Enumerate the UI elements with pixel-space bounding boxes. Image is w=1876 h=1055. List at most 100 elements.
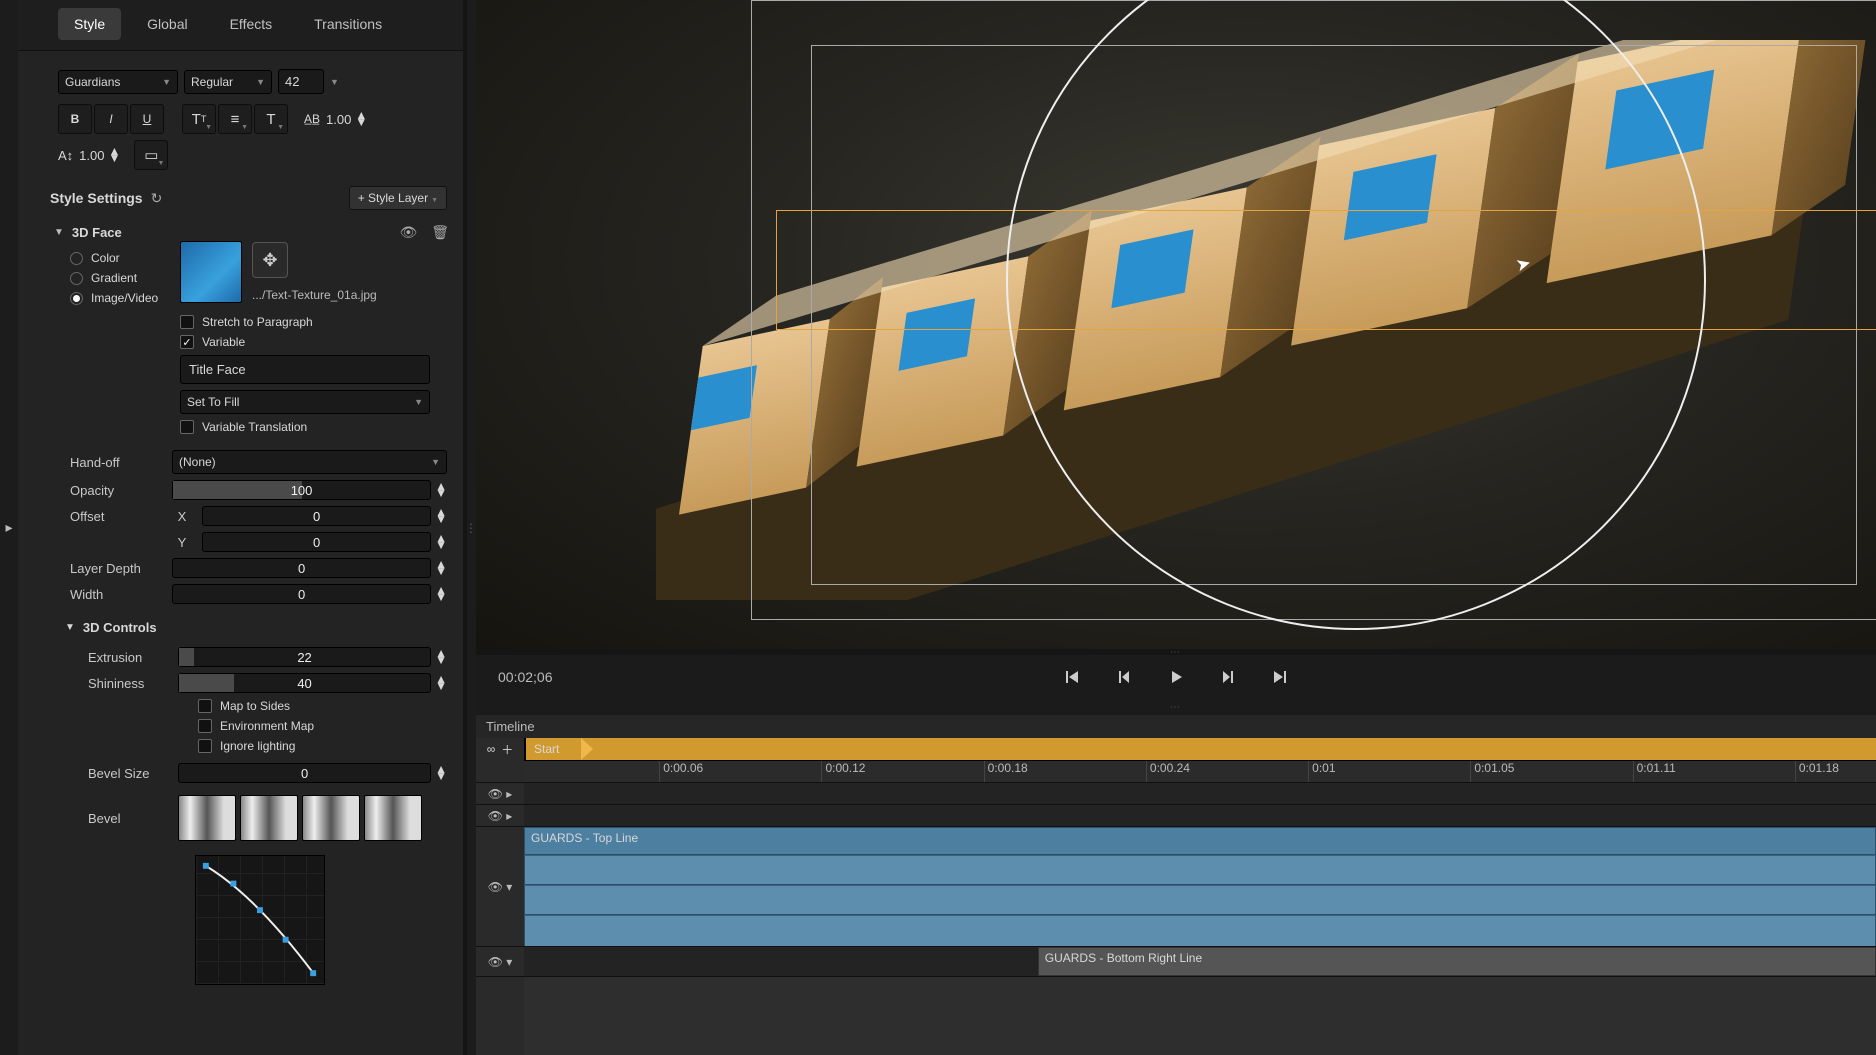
bevel-preset-3[interactable] xyxy=(302,795,360,841)
offset-y-label: Y xyxy=(172,535,192,550)
offset-y-stepper[interactable]: ▲▼ xyxy=(435,535,447,549)
reset-style-icon[interactable]: ↻ xyxy=(151,190,163,207)
playhead-icon[interactable] xyxy=(581,738,593,760)
preview-viewport[interactable]: ➤ xyxy=(476,0,1876,649)
ignore-lighting-checkbox[interactable]: Ignore lighting xyxy=(198,739,447,753)
tracking-stepper[interactable]: ▲▼ xyxy=(355,112,367,126)
ruler-tick: 0:00.24 xyxy=(1146,761,1190,782)
extrusion-slider[interactable]: 22 xyxy=(178,647,431,667)
bevel-preset-1[interactable] xyxy=(178,795,236,841)
font-size-input[interactable]: 42 xyxy=(278,69,324,94)
tab-style[interactable]: Style xyxy=(58,8,121,40)
timeline-resize-handle[interactable]: ⋯ xyxy=(476,699,1876,715)
bevel-preset-2[interactable] xyxy=(240,795,298,841)
track-controls[interactable]: 👁 ▾ xyxy=(476,826,524,946)
tracking-icon: A̲B̲ xyxy=(304,112,320,126)
timeline-subclip[interactable] xyxy=(524,885,1876,915)
inspector-tabs: Style Global Effects Transitions xyxy=(18,0,465,51)
opacity-slider[interactable]: 100 xyxy=(172,480,431,500)
shininess-slider[interactable]: 40 xyxy=(178,673,431,693)
disclosure-3d-face[interactable]: ▼ xyxy=(54,227,64,238)
add-texture-button[interactable]: ✥ xyxy=(252,242,288,278)
disclosure-3d-controls[interactable]: ▼ xyxy=(65,622,75,633)
timeline-title: Timeline xyxy=(476,715,1876,738)
texture-swatch[interactable] xyxy=(180,241,242,303)
style-name-input[interactable] xyxy=(180,355,430,384)
opacity-stepper[interactable]: ▲▼ xyxy=(435,483,447,497)
prev-frame-button[interactable] xyxy=(1110,663,1138,691)
track-controls[interactable]: 👁 ▸ xyxy=(476,782,524,804)
underline-button[interactable]: U xyxy=(130,104,164,134)
texture-path: .../Text-Texture_01a.jpg xyxy=(252,288,377,302)
timeline-start-marker[interactable]: Start xyxy=(524,738,1876,760)
bold-button[interactable]: B xyxy=(58,104,92,134)
add-style-layer-button[interactable]: + Style Layer▼ xyxy=(349,186,447,210)
ruler-tick: 0:01.05 xyxy=(1470,761,1514,782)
map-sides-checkbox[interactable]: Map to Sides xyxy=(198,699,447,713)
align-button[interactable]: ≡▼ xyxy=(218,104,252,134)
fill-mode-select[interactable]: Set To Fill▼ xyxy=(180,390,430,414)
font-weight-select[interactable]: Regular▼ xyxy=(184,70,272,94)
handoff-select[interactable]: (None)▼ xyxy=(172,450,447,474)
leading-stepper[interactable]: ▲▼ xyxy=(108,148,120,162)
chevron-down-icon: ▼ xyxy=(414,397,423,407)
timeline-subclip[interactable] xyxy=(524,855,1876,885)
transport-bar: 00:02;06 xyxy=(476,655,1876,699)
extrusion-stepper[interactable]: ▲▼ xyxy=(435,650,447,664)
offset-y-slider[interactable]: 0 xyxy=(202,532,431,552)
offset-x-label: X xyxy=(172,509,192,524)
env-map-checkbox[interactable]: Environment Map xyxy=(198,719,447,733)
bevel-size-label: Bevel Size xyxy=(88,766,168,781)
bevel-curve-editor[interactable] xyxy=(195,855,325,985)
width-slider[interactable]: 0 xyxy=(172,584,431,604)
next-frame-button[interactable] xyxy=(1214,663,1242,691)
timeline-clip-bottom[interactable]: GUARDS - Bottom Right Line xyxy=(1038,947,1876,976)
bevel-size-stepper[interactable]: ▲▼ xyxy=(435,766,447,780)
width-stepper[interactable]: ▲▼ xyxy=(435,587,447,601)
text-transform-button[interactable]: TT▼ xyxy=(182,104,216,134)
stretch-checkbox[interactable]: Stretch to Paragraph xyxy=(180,315,447,329)
play-button[interactable] xyxy=(1162,663,1190,691)
track-lane[interactable] xyxy=(524,782,1876,804)
ruler-tick: 0:01 xyxy=(1308,761,1335,782)
vertical-align-button[interactable]: T▼ xyxy=(254,104,288,134)
timeline-subclip[interactable] xyxy=(524,915,1876,947)
ruler-tick: 0:00.18 xyxy=(984,761,1028,782)
track-lane[interactable]: GUARDS - Top Line xyxy=(524,826,1876,946)
chevron-down-icon: ▼ xyxy=(330,77,339,87)
tab-effects[interactable]: Effects xyxy=(214,8,289,40)
timeline-clip-top[interactable]: GUARDS - Top Line xyxy=(524,827,1876,855)
track-lane[interactable] xyxy=(524,804,1876,826)
track-controls[interactable]: 👁 ▸ xyxy=(476,804,524,826)
chevron-down-icon: ▼ xyxy=(431,457,440,467)
ruler-tick: 0:00.12 xyxy=(821,761,865,782)
go-start-button[interactable] xyxy=(1058,663,1086,691)
offset-x-stepper[interactable]: ▲▼ xyxy=(435,509,447,523)
paragraph-box-button[interactable]: ▭▼ xyxy=(134,140,168,170)
delete-layer-icon[interactable]: 🗑 xyxy=(431,224,449,241)
bevel-size-slider[interactable]: 0 xyxy=(178,763,431,783)
left-rail-expand[interactable]: ▸ xyxy=(5,519,12,536)
ruler-tick: 0:01.11 xyxy=(1633,761,1676,782)
tab-transitions[interactable]: Transitions xyxy=(298,8,398,40)
italic-button[interactable]: I xyxy=(94,104,128,134)
timecode-display: 00:02;06 xyxy=(498,669,553,685)
leading-value[interactable]: 1.00 xyxy=(79,148,104,163)
layer-depth-slider[interactable]: 0 xyxy=(172,558,431,578)
layer-depth-stepper[interactable]: ▲▼ xyxy=(435,561,447,575)
variable-checkbox[interactable]: Variable xyxy=(180,335,447,349)
timeline-ruler[interactable]: 0:00.06 0:00.12 0:00.18 0:00.24 0:01 0:0… xyxy=(524,760,1876,782)
offset-x-slider[interactable]: 0 xyxy=(202,506,431,526)
go-end-button[interactable] xyxy=(1266,663,1294,691)
font-family-select[interactable]: Guardians▼ xyxy=(58,70,178,94)
tracking-value[interactable]: 1.00 xyxy=(326,112,351,127)
panel-splitter[interactable]: ⋮ xyxy=(466,0,476,1055)
track-lane[interactable]: GUARDS - Bottom Right Line xyxy=(524,946,1876,976)
shininess-stepper[interactable]: ▲▼ xyxy=(435,676,447,690)
bevel-preset-4[interactable] xyxy=(364,795,422,841)
timeline-master-controls[interactable]: ∞＋ xyxy=(476,738,524,760)
tab-global[interactable]: Global xyxy=(131,8,203,40)
visibility-toggle-icon[interactable]: 👁 xyxy=(399,224,417,241)
track-controls[interactable]: 👁 ▾ xyxy=(476,946,524,976)
variable-translation-checkbox[interactable]: Variable Translation xyxy=(180,420,447,434)
